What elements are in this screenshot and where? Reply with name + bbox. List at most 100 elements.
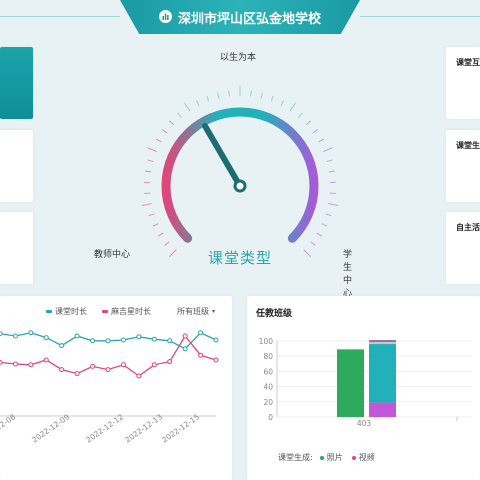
bar-legend-title: 课堂生成: <box>278 453 313 462</box>
gauge-tick <box>303 249 312 258</box>
gauge-tick <box>316 232 323 237</box>
data-point <box>43 335 49 341</box>
data-point <box>213 337 219 343</box>
data-point <box>59 367 65 373</box>
gauge-tick <box>155 138 162 143</box>
gauge-tick <box>145 170 152 173</box>
bar-chart-card: 任教班级 0 20 40 60 80 100 403 课堂生成: 照片 视频 <box>247 296 480 480</box>
gauge-tick <box>318 138 325 143</box>
data-point <box>167 338 173 344</box>
gauge-tick <box>147 147 158 153</box>
right-card-3[interactable]: 自主活 <box>446 212 480 284</box>
data-point <box>120 362 126 368</box>
bar-segment <box>369 341 396 345</box>
gauge-tick <box>270 95 274 102</box>
x-tick-label: 2022-12-13 <box>123 412 164 445</box>
line-chart-card: 课堂时长 麻吉星时长 所有班级 ▾ 2022-12-08 2022-12-09 20… <box>0 296 232 480</box>
right-card-1[interactable]: 课堂互 <box>446 47 480 119</box>
data-point <box>43 357 49 363</box>
gauge-arc <box>161 107 319 243</box>
left-card-middle[interactable] <box>0 130 33 202</box>
gauge-tick <box>260 92 263 99</box>
gauge-tick <box>312 129 318 134</box>
gauge-center-label: 课堂类型 <box>208 249 273 267</box>
right-card-title: 课堂生 <box>456 141 480 150</box>
data-point <box>74 333 80 339</box>
gauge-tick <box>321 223 328 227</box>
gauge-tick <box>228 90 230 97</box>
data-point <box>12 333 18 339</box>
gauge-tick <box>217 92 220 99</box>
line-chart: 2022-12-08 2022-12-09 2022-12-122022-12-13… <box>0 330 219 445</box>
bar-chart-icon <box>158 8 172 27</box>
data-point <box>198 330 204 336</box>
gauge-tick <box>250 90 252 97</box>
data-point <box>151 336 157 342</box>
gauge-tick <box>298 112 303 118</box>
y-tick-label: 20 <box>263 398 273 407</box>
data-point <box>105 338 111 344</box>
data-point <box>12 361 18 367</box>
y-tick-label: 60 <box>263 367 273 376</box>
y-tick-label: 80 <box>263 352 273 361</box>
gauge-tick <box>305 120 311 126</box>
legend-label[interactable]: 照片 <box>327 452 343 463</box>
bar-segment <box>369 340 396 342</box>
data-point <box>136 373 142 379</box>
x-tick-label: 2022-12-12 <box>84 412 125 445</box>
x-tick-label: 2022-12-15 <box>160 412 201 445</box>
gauge-tick <box>280 100 285 107</box>
legend-swatch <box>351 455 356 460</box>
header-decor-left <box>0 16 120 17</box>
gauge-tick <box>157 232 164 237</box>
right-card-2[interactable]: 课堂生 <box>446 130 480 202</box>
data-point <box>213 357 219 363</box>
data-point <box>0 331 3 337</box>
data-point <box>151 362 157 368</box>
y-tick-label: 0 <box>268 413 273 422</box>
gauge-tick <box>169 120 175 126</box>
gauge-right-label: 学生中心 <box>343 250 353 299</box>
gauge-needle <box>202 123 243 189</box>
bar-segment <box>369 402 396 417</box>
gauge-left-label: 教师中心 <box>94 250 131 260</box>
left-card-bottom[interactable] <box>0 212 33 284</box>
gauge-tick <box>206 95 210 102</box>
gauge-tick <box>195 100 200 107</box>
page-title: 深圳市坪山区弘金地学校 <box>177 11 321 27</box>
bar-segment <box>369 344 396 403</box>
y-tick-label: 40 <box>263 383 273 392</box>
data-point <box>28 362 34 368</box>
data-point <box>90 338 96 344</box>
data-point <box>182 333 188 339</box>
gauge-tick <box>310 241 316 246</box>
data-point <box>136 334 142 340</box>
gauge-tick <box>184 102 191 112</box>
data-point <box>167 359 173 365</box>
gauge-tick <box>289 102 296 112</box>
left-card-top[interactable] <box>0 47 33 119</box>
data-point <box>182 346 188 352</box>
gauge-tick <box>162 129 168 134</box>
data-point <box>59 343 65 349</box>
gauge-tick <box>328 170 335 173</box>
legend-label[interactable]: 视频 <box>359 452 375 463</box>
gauge-tick <box>177 112 182 118</box>
gauge-tick <box>326 159 333 163</box>
page-header: 深圳市坪山区弘金地学校 <box>120 0 360 34</box>
x-tick-label: 2022-12-09 <box>30 412 71 445</box>
y-tick-label: 100 <box>259 337 274 346</box>
gauge: 以生为本 教师中心 学生中心 课堂类型 <box>94 40 352 299</box>
gauge-tick <box>328 203 339 206</box>
gauge-graphic <box>141 86 339 258</box>
gauge-needle-hub <box>233 179 247 193</box>
gauge-tick <box>148 213 155 217</box>
data-point <box>120 337 126 343</box>
data-point <box>0 359 3 365</box>
data-point <box>90 363 96 369</box>
x-tick-label: 2022-12-08 <box>0 412 17 445</box>
right-card-title: 课堂互 <box>456 58 480 67</box>
gauge-tick <box>164 241 170 246</box>
gauge-tick <box>152 223 159 227</box>
data-point <box>28 330 34 336</box>
